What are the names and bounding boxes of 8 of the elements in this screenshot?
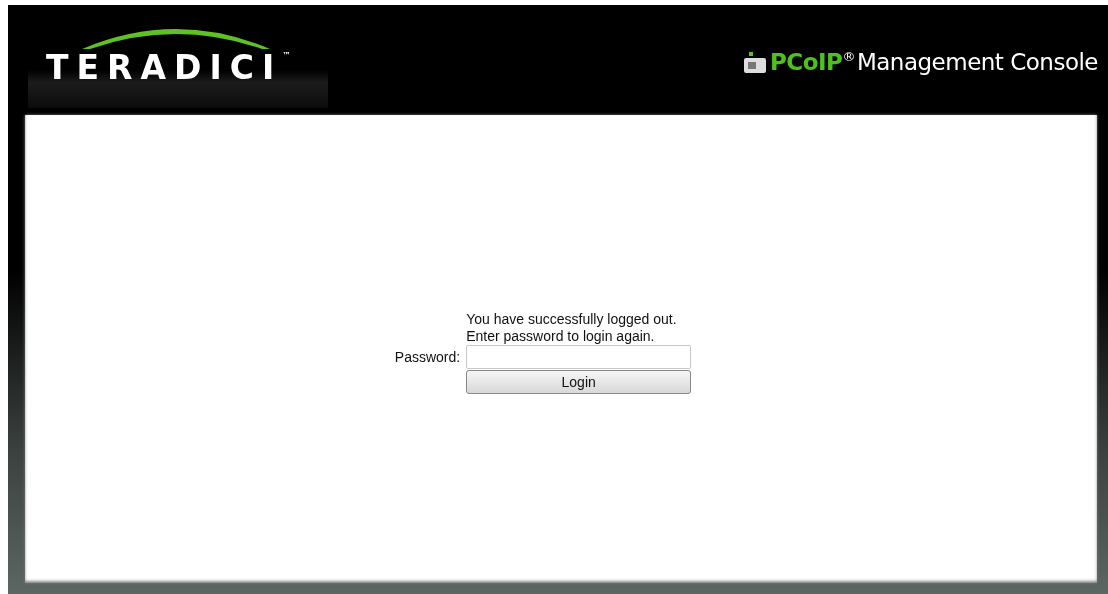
status-message: Enter password to login again.	[466, 328, 656, 344]
password-label: Password:	[394, 347, 461, 367]
product-title: PCoIP$^{®}$Management Console	[769, 51, 1098, 74]
monitor-icon	[742, 51, 767, 74]
status-message: You have successfully logged out.	[466, 311, 678, 327]
password-field[interactable]	[466, 345, 692, 369]
logo-text: TERADICI$^{™}$	[46, 51, 291, 84]
login-button[interactable]: Login	[466, 370, 692, 394]
